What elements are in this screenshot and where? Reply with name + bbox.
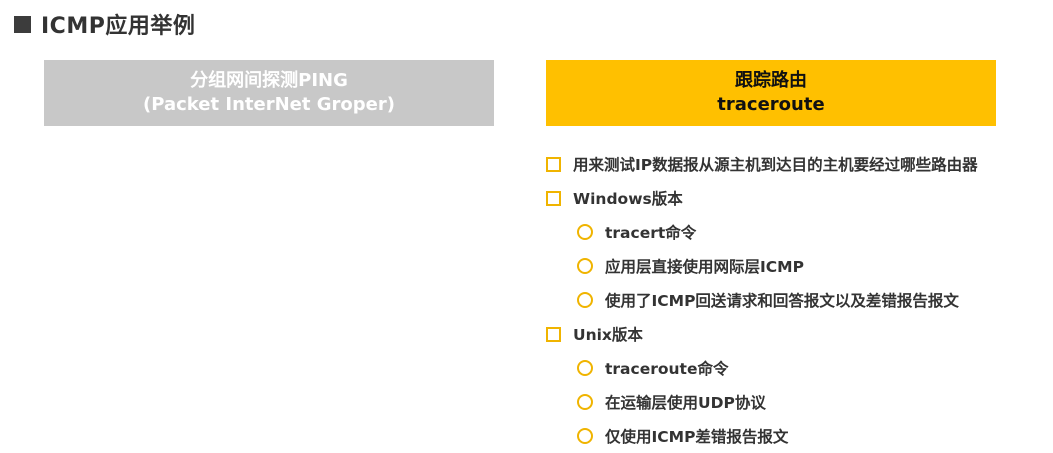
ping-header-box: 分组网间探测PING (Packet InterNet Groper) bbox=[44, 60, 494, 126]
title-square-icon bbox=[14, 15, 31, 33]
list-item: Windows版本 bbox=[546, 181, 1051, 215]
list-item: 使用了ICMP回送请求和回答报文以及差错报告报文 bbox=[546, 283, 1051, 317]
traceroute-subtitle: traceroute bbox=[717, 94, 825, 115]
circle-bullet-icon bbox=[577, 258, 593, 274]
circle-bullet-icon bbox=[577, 292, 593, 308]
circle-bullet-icon bbox=[577, 224, 593, 240]
list-item-text: Unix版本 bbox=[573, 326, 643, 344]
square-bullet-icon bbox=[546, 156, 561, 172]
traceroute-header-box: 跟踪路由 traceroute bbox=[546, 60, 996, 126]
list-item: tracert命令 bbox=[546, 215, 1051, 249]
list-item: 仅使用ICMP差错报告报文 bbox=[546, 419, 1051, 453]
list-item-text: 应用层直接使用网际层ICMP bbox=[605, 258, 804, 276]
traceroute-bullet-list: 用来测试IP数据报从源主机到达目的主机要经过哪些路由器 Windows版本 tr… bbox=[546, 147, 1051, 453]
list-item-text: tracert命令 bbox=[605, 224, 697, 242]
list-item-text: 在运输层使用UDP协议 bbox=[605, 394, 766, 412]
circle-bullet-icon bbox=[577, 428, 593, 444]
list-item-text: 使用了ICMP回送请求和回答报文以及差错报告报文 bbox=[605, 292, 959, 310]
circle-bullet-icon bbox=[577, 394, 593, 410]
list-item-text: 仅使用ICMP差错报告报文 bbox=[605, 428, 789, 446]
list-item: 在运输层使用UDP协议 bbox=[546, 385, 1051, 419]
circle-bullet-icon bbox=[577, 360, 593, 376]
traceroute-title: 跟踪路由 bbox=[735, 70, 807, 91]
square-bullet-icon bbox=[546, 190, 561, 206]
ping-title: 分组网间探测PING bbox=[190, 70, 348, 91]
list-item: 应用层直接使用网际层ICMP bbox=[546, 249, 1051, 283]
list-item: Unix版本 bbox=[546, 317, 1051, 351]
ping-subtitle: (Packet InterNet Groper) bbox=[143, 94, 395, 115]
slide-title: ICMP应用举例 bbox=[14, 8, 195, 40]
list-item-text: traceroute命令 bbox=[605, 360, 729, 378]
list-item: traceroute命令 bbox=[546, 351, 1051, 385]
slide-title-text: ICMP应用举例 bbox=[41, 14, 196, 39]
list-item-text: 用来测试IP数据报从源主机到达目的主机要经过哪些路由器 bbox=[573, 156, 978, 174]
list-item-text: Windows版本 bbox=[573, 190, 683, 208]
square-bullet-icon bbox=[546, 326, 561, 342]
list-item: 用来测试IP数据报从源主机到达目的主机要经过哪些路由器 bbox=[546, 147, 1051, 181]
